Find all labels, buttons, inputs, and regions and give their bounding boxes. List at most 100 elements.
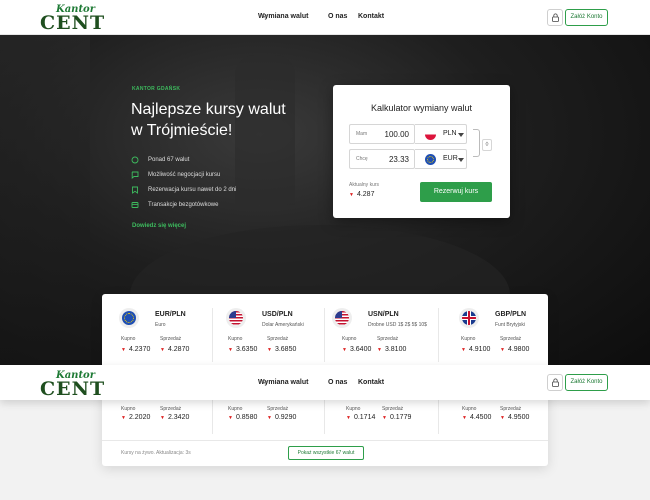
rate-card[interactable]: Kupno Sprzedaż ▼ 4.4500 ▼ 4.9500 — [442, 294, 552, 424]
swap-currencies-button[interactable]: ◊ — [482, 139, 492, 151]
have-currency-code: PLN — [443, 130, 457, 137]
divider — [324, 394, 325, 434]
brand-logo-main: CENT — [40, 378, 106, 400]
live-update-note: Kursy na żywo. Aktualizacja: 3s — [121, 450, 191, 456]
brand-logo[interactable]: Kantor CENT — [40, 370, 104, 400]
hero-title: Najlepsze kursy walut w Trójmieście! — [131, 99, 301, 141]
trend-down-icon: ▼ — [346, 415, 351, 421]
create-account-button[interactable]: Załóż Konto — [565, 9, 608, 26]
have-amount-value: 100.00 — [384, 130, 409, 139]
buy-rate-value: 0.8580 — [235, 414, 258, 421]
nav-item-currency-exchange[interactable]: Wymiana walut — [258, 378, 308, 386]
poland-flag-icon — [425, 129, 436, 140]
feature-item: Możliwość negocjacji kursu — [131, 170, 236, 185]
trend-down-icon: ▼ — [500, 415, 505, 421]
lock-icon — [552, 378, 559, 387]
rate-card[interactable]: Kupno Sprzedaż ▼ 2.2020 ▼ 2.3420 — [102, 294, 212, 424]
sticky-header: Kantor CENT Wymiana walut O nas Kontakt … — [0, 365, 650, 400]
sell-label: Sprzedaż — [382, 406, 404, 412]
hero-eyebrow: KANTOR GDAŃSK — [132, 86, 181, 92]
rate-card[interactable]: Kupno Sprzedaż ▼ 0.8580 ▼ 0.9290 — [209, 294, 319, 424]
buy-rate: ▼ 0.1714 — [346, 414, 375, 421]
dropdown-arrow-icon — [458, 158, 464, 162]
feature-item: Transakcje bezgotówkowe — [131, 200, 236, 215]
card-icon — [131, 202, 139, 208]
nav-item-currency-exchange[interactable]: Wymiana walut — [258, 12, 308, 20]
buy-rate: ▼ 4.4500 — [462, 414, 491, 421]
buy-label: Kupno — [462, 406, 477, 412]
swap-icon: ◊ — [485, 142, 489, 148]
hero-background-building — [0, 35, 90, 367]
current-rate-value: 4.287 — [356, 191, 375, 198]
lock-icon — [552, 13, 559, 22]
feature-item: Rezerwacja kursu nawet do 2 dni — [131, 185, 236, 200]
nav-item-about[interactable]: O nas — [328, 379, 347, 386]
buy-label: Kupno — [121, 406, 136, 412]
dropdown-arrow-icon — [458, 133, 464, 137]
trend-down-icon: ▼ — [267, 415, 272, 421]
brand-logo-main: CENT — [40, 12, 106, 34]
trend-down-icon: ▼ — [160, 415, 165, 421]
sell-rate: ▼ 2.3420 — [160, 414, 189, 421]
feature-label: Rezerwacja kursu nawet do 2 dni — [148, 187, 237, 193]
trend-down-icon: ▼ — [121, 415, 126, 421]
hero-title-line2: w Trójmieście! — [131, 122, 233, 139]
exchange-calculator: Kalkulator wymiany walut Mam 100.00 PLN … — [333, 85, 510, 218]
sell-label: Sprzedaż — [500, 406, 522, 412]
trend-down-icon: ▼ — [349, 192, 354, 198]
trend-down-icon: ▼ — [462, 415, 467, 421]
buy-rate: ▼ 2.2020 — [121, 414, 150, 421]
have-currency-select[interactable]: PLN — [415, 124, 467, 144]
want-amount-value: 23.33 — [388, 155, 409, 164]
want-amount-input[interactable]: Chcę 23.33 — [349, 149, 415, 169]
circle-icon — [131, 156, 139, 164]
want-amount-label: Chcę — [356, 156, 368, 162]
trend-down-icon: ▼ — [228, 415, 233, 421]
create-account-button[interactable]: Załóż Konto — [565, 374, 608, 391]
bookmark-icon — [132, 186, 138, 194]
buy-label: Kupno — [228, 406, 243, 412]
site-header: Kantor CENT Wymiana walut O nas Kontakt … — [0, 0, 650, 35]
sell-rate-value: 4.9500 — [507, 414, 530, 421]
nav-item-contact[interactable]: Kontakt — [358, 379, 384, 386]
sell-label: Sprzedaż — [160, 406, 182, 412]
buy-rate: ▼ 0.8580 — [228, 414, 257, 421]
feature-label: Ponad 67 walut — [148, 157, 190, 163]
rate-card[interactable]: Kupno Sprzedaż ▼ 0.1714 ▼ 0.1779 — [326, 294, 436, 424]
sell-rate-value: 2.3420 — [167, 414, 190, 421]
nav-item-contact[interactable]: Kontakt — [358, 13, 384, 20]
buy-rate-value: 4.4500 — [469, 414, 492, 421]
hero-features-list: Ponad 67 walut Możliwość negocjacji kurs… — [131, 155, 236, 215]
buy-rate-value: 2.2020 — [128, 414, 151, 421]
divider — [438, 308, 439, 362]
want-currency-select[interactable]: EUR — [415, 149, 467, 169]
show-all-currencies-button[interactable]: Pokaż wszystkie 67 walut — [288, 446, 364, 460]
sell-label: Sprzedaż — [267, 406, 289, 412]
login-button[interactable] — [547, 9, 563, 26]
feature-item: Ponad 67 walut — [131, 155, 236, 170]
reserve-rate-button[interactable]: Rezerwuj kurs — [420, 182, 492, 202]
sell-rate-value: 0.1779 — [389, 414, 412, 421]
eu-flag-icon — [425, 154, 436, 165]
calculator-title: Kalkulator wymiany walut — [370, 103, 473, 113]
divider — [438, 394, 439, 434]
nav-item-about[interactable]: O nas — [328, 13, 347, 20]
divider — [102, 440, 548, 441]
have-amount-input[interactable]: Mam 100.00 — [349, 124, 415, 144]
hero-title-line1: Najlepsze kursy walut — [131, 101, 286, 118]
current-rate-label: Aktualny kurs — [349, 182, 380, 188]
sell-rate: ▼ 0.1779 — [382, 414, 411, 421]
login-button[interactable] — [547, 374, 563, 391]
sell-rate: ▼ 4.9500 — [500, 414, 529, 421]
buy-rate-value: 0.1714 — [353, 414, 376, 421]
buy-label: Kupno — [346, 406, 361, 412]
want-currency-code: EUR — [443, 155, 458, 162]
current-rate: ▼ 4.287 — [349, 191, 374, 198]
learn-more-link[interactable]: Dowiedz się więcej — [132, 223, 186, 229]
chat-icon — [131, 171, 139, 179]
swap-bracket — [473, 129, 480, 157]
have-amount-label: Mam — [356, 131, 368, 137]
sell-rate-value: 0.9290 — [274, 414, 297, 421]
trend-down-icon: ▼ — [382, 415, 387, 421]
brand-logo[interactable]: Kantor CENT — [40, 4, 104, 34]
